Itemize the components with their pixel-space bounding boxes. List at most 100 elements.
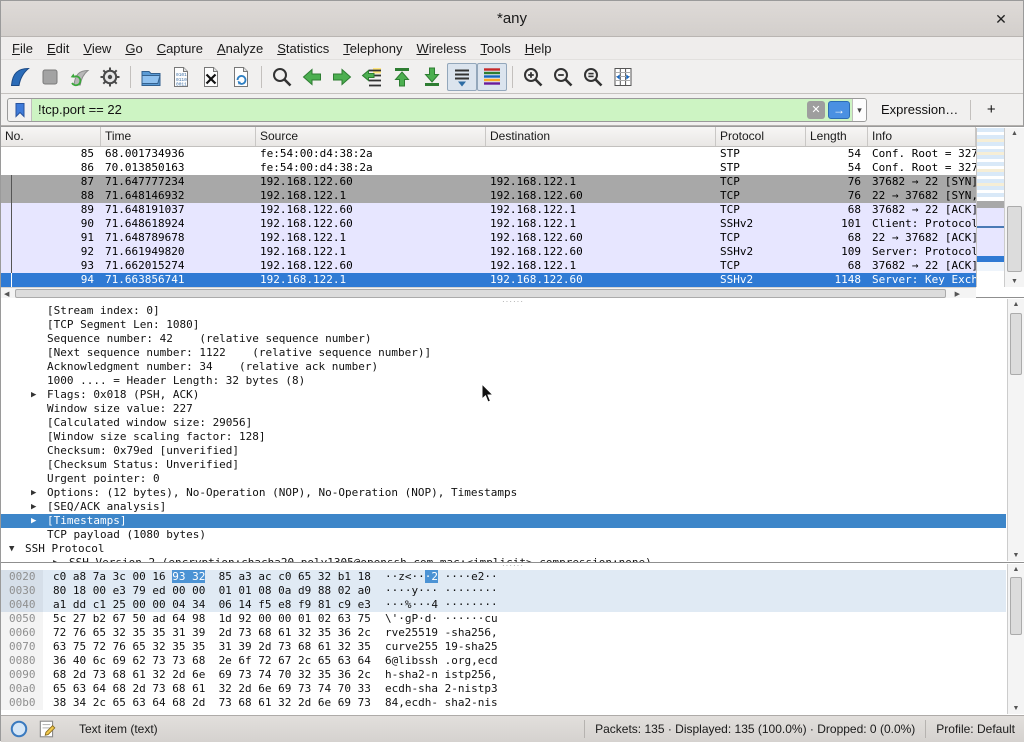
detail-line[interactable]: TCP payload (1080 bytes) (1, 528, 1006, 542)
filter-text[interactable]: !tcp.port == 22 (32, 102, 807, 117)
column-header-destination[interactable]: Destination (486, 127, 716, 146)
filter-dropdown-icon[interactable]: ▾ (852, 99, 866, 121)
column-header-info[interactable]: Info (868, 127, 976, 146)
capture-restart-icon[interactable] (65, 63, 95, 91)
hex-bytes[interactable]: 80 18 00 e3 79 ed 00 00 01 01 08 0a d9 8… (43, 584, 385, 598)
packet-row-94[interactable]: 9471.663856741192.168.122.1192.168.122.6… (1, 273, 976, 287)
resize-columns-icon[interactable] (608, 63, 638, 91)
menu-help[interactable]: Help (518, 39, 559, 58)
detail-line[interactable]: Urgent pointer: 0 (1, 472, 1006, 486)
zoom-original-icon[interactable] (578, 63, 608, 91)
hex-row-0060[interactable]: 006072 76 65 32 35 35 31 39 2d 73 68 61 … (1, 626, 1006, 640)
detail-line[interactable]: [TCP Segment Len: 1080] (1, 318, 1006, 332)
packet-row-85[interactable]: 8568.001734936fe:54:00:d4:38:2aSTP54Conf… (1, 147, 976, 161)
scroll-left-icon[interactable]: ◀ (4, 290, 9, 298)
menu-view[interactable]: View (76, 39, 118, 58)
packet-row-91[interactable]: 9171.648789678192.168.122.1192.168.122.6… (1, 231, 976, 245)
hex-bytes[interactable]: 5c 27 b2 67 50 ad 64 98 1d 92 00 00 01 0… (43, 612, 385, 626)
ascii-bytes[interactable]: rve25519 -sha256, (385, 626, 498, 640)
menu-capture[interactable]: Capture (150, 39, 210, 58)
details-vscroll-slider[interactable] (1010, 313, 1022, 375)
detail-line[interactable]: [Window size scaling factor: 128] (1, 430, 1006, 444)
packet-list-vscrollbar[interactable]: ▲ ▼ (1004, 128, 1024, 287)
filter-bookmark-icon[interactable] (8, 99, 32, 121)
detail-line[interactable]: ▶Flags: 0x018 (PSH, ACK) (1, 388, 1006, 402)
ascii-bytes[interactable]: ···%···4 ········ (385, 598, 498, 612)
ascii-bytes[interactable]: ····y··· ········ (385, 584, 498, 598)
ascii-bytes[interactable]: 6@libssh .org,ecd (385, 654, 498, 668)
vscroll-slider[interactable] (1007, 206, 1022, 272)
menu-file[interactable]: File (5, 39, 40, 58)
column-header-length[interactable]: Length (806, 127, 868, 146)
packet-list-minimap[interactable] (976, 128, 1004, 287)
hex-bytes[interactable]: c0 a8 7a 3c 00 16 93 32 85 a3 ac c0 65 3… (43, 570, 385, 584)
ascii-bytes[interactable]: ecdh-sha 2-nistp3 (385, 682, 498, 696)
ascii-bytes[interactable]: ··z<···2 ····e2·· (385, 570, 498, 584)
colorize-icon[interactable] (477, 63, 507, 91)
hex-row-00b0[interactable]: 00b038 34 2c 65 63 64 68 2d 73 68 61 32 … (1, 696, 1006, 710)
scroll-down-icon[interactable]: ▼ (1008, 705, 1024, 712)
display-filter-input[interactable]: !tcp.port == 22 ✕ → ▾ (7, 98, 867, 122)
collapse-icon[interactable]: ▼ (9, 542, 14, 556)
profile-button[interactable]: Profile: Default (936, 722, 1015, 736)
hex-bytes[interactable]: 63 75 72 76 65 32 35 35 31 39 2d 73 68 6… (43, 640, 385, 654)
column-header-source[interactable]: Source (256, 127, 486, 146)
scroll-down-icon[interactable]: ▼ (1008, 552, 1024, 559)
filter-clear-icon[interactable]: ✕ (807, 101, 825, 119)
menu-wireless[interactable]: Wireless (410, 39, 474, 58)
menu-tools[interactable]: Tools (473, 39, 517, 58)
hex-row-0050[interactable]: 00505c 27 b2 67 50 ad 64 98 1d 92 00 00 … (1, 612, 1006, 626)
detail-line[interactable]: [Checksum Status: Unverified] (1, 458, 1006, 472)
go-last-icon[interactable] (417, 63, 447, 91)
column-header-protocol[interactable]: Protocol (716, 127, 806, 146)
capture-start-icon[interactable] (5, 63, 35, 91)
detail-line[interactable]: [Next sequence number: 1122 (relative se… (1, 346, 1006, 360)
expert-info-icon[interactable] (9, 719, 29, 739)
packet-row-86[interactable]: 8670.013850163fe:54:00:d4:38:2aSTP54Conf… (1, 161, 976, 175)
hex-row-0070[interactable]: 007063 75 72 76 65 32 35 35 31 39 2d 73 … (1, 640, 1006, 654)
file-save-icon[interactable]: 010101100011 (166, 63, 196, 91)
go-back-icon[interactable] (297, 63, 327, 91)
auto-scroll-icon[interactable] (447, 63, 477, 91)
hex-row-00a0[interactable]: 00a065 63 64 68 2d 73 68 61 32 2d 6e 69 … (1, 682, 1006, 696)
file-reload-icon[interactable] (226, 63, 256, 91)
details-vscrollbar[interactable]: ▲ ▼ (1007, 299, 1024, 561)
scroll-down-icon[interactable]: ▼ (1005, 278, 1024, 285)
ascii-bytes[interactable]: curve255 19-sha25 (385, 640, 498, 654)
expand-icon[interactable]: ▶ (31, 388, 36, 402)
detail-line[interactable]: Acknowledgment number: 34 (relative ack … (1, 360, 1006, 374)
hex-bytes[interactable]: 38 34 2c 65 63 64 68 2d 73 68 61 32 2d 6… (43, 696, 385, 710)
go-to-packet-icon[interactable] (357, 63, 387, 91)
scroll-up-icon[interactable]: ▲ (1008, 301, 1024, 308)
menu-edit[interactable]: Edit (40, 39, 76, 58)
find-packet-icon[interactable] (267, 63, 297, 91)
menu-telephony[interactable]: Telephony (336, 39, 409, 58)
hscroll-slider[interactable] (15, 289, 946, 298)
detail-line[interactable]: [Calculated window size: 29056] (1, 416, 1006, 430)
ascii-bytes[interactable]: \'·gP·d· ······cu (385, 612, 498, 626)
packet-row-90[interactable]: 9071.648618924192.168.122.60192.168.122.… (1, 217, 976, 231)
hex-row-0080[interactable]: 008036 40 6c 69 62 73 73 68 2e 6f 72 67 … (1, 654, 1006, 668)
menu-analyze[interactable]: Analyze (210, 39, 270, 58)
packet-row-92[interactable]: 9271.661949820192.168.122.1192.168.122.6… (1, 245, 976, 259)
hex-bytes[interactable]: 72 76 65 32 35 35 31 39 2d 73 68 61 32 3… (43, 626, 385, 640)
detail-line[interactable]: [Stream index: 0] (1, 304, 1006, 318)
hex-row-0090[interactable]: 009068 2d 73 68 61 32 2d 6e 69 73 74 70 … (1, 668, 1006, 682)
menu-statistics[interactable]: Statistics (270, 39, 336, 58)
hex-bytes[interactable]: 68 2d 73 68 61 32 2d 6e 69 73 74 70 32 3… (43, 668, 385, 682)
hex-row-0040[interactable]: 0040a1 dd c1 25 00 00 04 34 06 14 f5 e8 … (1, 598, 1006, 612)
detail-line[interactable]: ▶SSH Version 2 (encryption:chacha20-poly… (1, 556, 1006, 563)
hex-bytes[interactable]: 65 63 64 68 2d 73 68 61 32 2d 6e 69 73 7… (43, 682, 385, 696)
zoom-in-icon[interactable] (518, 63, 548, 91)
file-open-icon[interactable] (136, 63, 166, 91)
packet-row-89[interactable]: 8971.648191037192.168.122.60192.168.122.… (1, 203, 976, 217)
go-forward-icon[interactable] (327, 63, 357, 91)
ascii-bytes[interactable]: h-sha2-n istp256, (385, 668, 498, 682)
detail-line[interactable]: Window size value: 227 (1, 402, 1006, 416)
add-filter-button[interactable]: + (981, 101, 1001, 118)
packet-row-88[interactable]: 8871.648146932192.168.122.1192.168.122.6… (1, 189, 976, 203)
capture-comment-icon[interactable] (37, 719, 57, 739)
scroll-up-icon[interactable]: ▲ (1005, 130, 1024, 137)
packet-row-87[interactable]: 8771.647777234192.168.122.60192.168.122.… (1, 175, 976, 189)
packet-row-93[interactable]: 9371.662015274192.168.122.60192.168.122.… (1, 259, 976, 273)
